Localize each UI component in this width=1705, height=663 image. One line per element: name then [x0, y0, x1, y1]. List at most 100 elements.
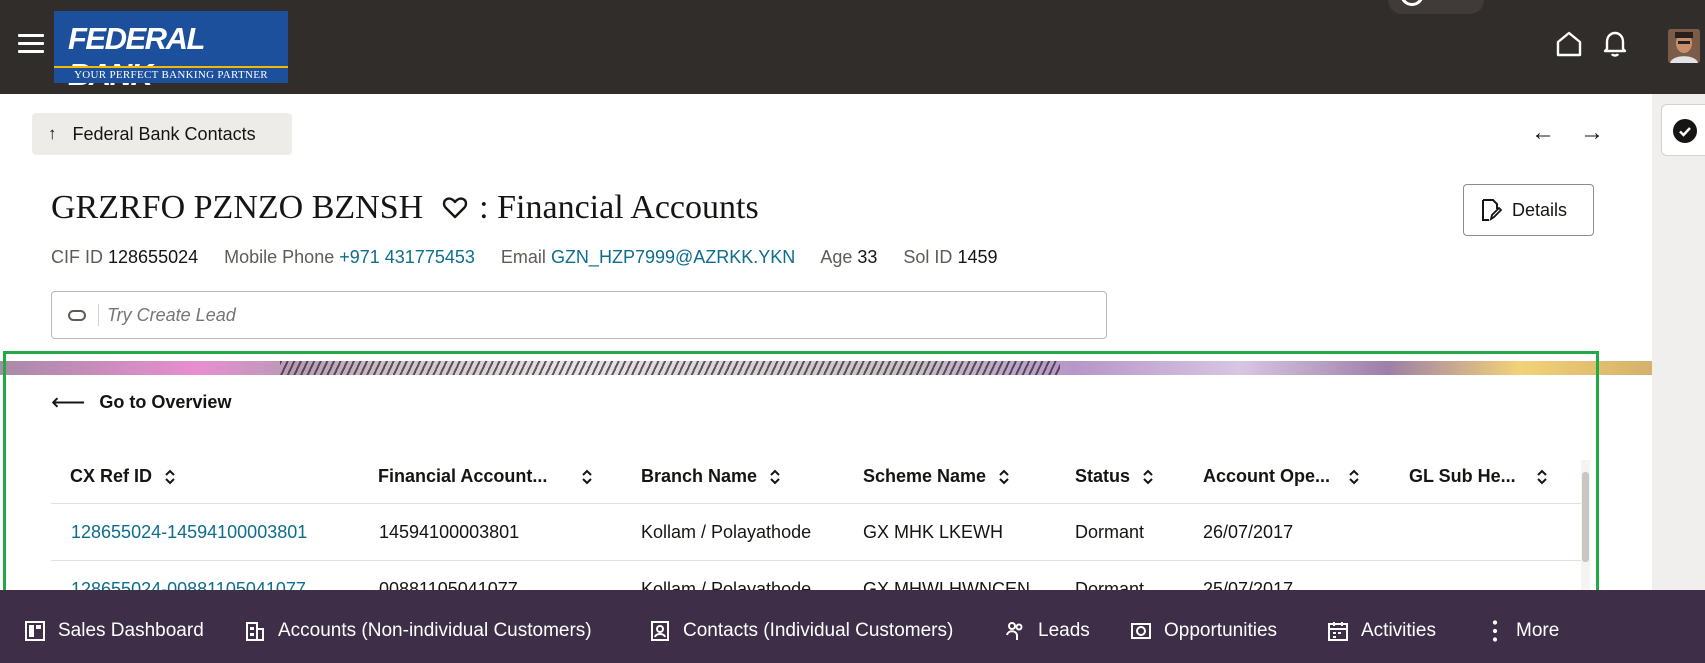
nav-opportunities[interactable]: Opportunities — [1130, 620, 1277, 642]
user-avatar[interactable] — [1668, 29, 1700, 63]
column-header-financial-account[interactable]: Financial Account... — [378, 466, 593, 487]
financial-account-cell: 00881105041077 — [379, 579, 518, 590]
sort-icon — [1143, 469, 1153, 484]
column-label: Scheme Name — [863, 466, 987, 486]
scrollbar-thumb[interactable] — [1582, 472, 1589, 562]
cif-value: 128655024 — [108, 247, 199, 267]
bell-icon[interactable] — [1603, 30, 1627, 58]
cif-label: CIF ID — [51, 247, 103, 267]
section-name: : Financial Accounts — [479, 189, 759, 226]
column-label: GL Sub He... — [1409, 466, 1516, 486]
column-header-gl-sub-head[interactable]: GL Sub He... — [1409, 466, 1548, 487]
checklist-button[interactable] — [1661, 104, 1705, 156]
heart-icon[interactable] — [441, 194, 469, 222]
app-header: FEDERAL BANK YOUR PERFECT BANKING PARTNE… — [0, 0, 1705, 94]
sol-label: Sol ID — [903, 247, 953, 267]
create-lead-input[interactable] — [107, 304, 1007, 326]
scheme-name-cell: GX MHWLHWNCEN — [863, 579, 1030, 590]
dashboard-icon — [25, 621, 45, 641]
nav-label: More — [1516, 620, 1560, 641]
sort-icon — [1536, 469, 1547, 484]
nav-label: Leads — [1038, 620, 1090, 641]
arrow-up-icon: ↑ — [48, 124, 57, 143]
column-label: Branch Name — [641, 466, 758, 486]
nav-sales-dashboard[interactable]: Sales Dashboard — [24, 620, 204, 642]
details-label: Details — [1512, 199, 1568, 220]
status-cell: Dormant — [1075, 579, 1145, 590]
nav-label: Contacts (Individual Customers) — [683, 620, 954, 641]
email-link[interactable]: GZN_HZP7999@AZRKK.YKN — [551, 247, 795, 267]
table-row[interactable]: 128655024-00881105041077 00881105041077 … — [51, 561, 1581, 590]
opportunity-icon — [1131, 623, 1151, 639]
account-open-date-cell: 25/07/2017 — [1203, 579, 1294, 590]
record-name: GRZRFO PZNZO BZNSH — [51, 189, 424, 226]
back-to-contacts-button[interactable]: ↑ Federal Bank Contacts — [32, 113, 292, 155]
financial-account-cell: 14594100003801 — [379, 522, 520, 542]
column-label: Account Ope... — [1203, 466, 1331, 486]
next-record-button[interactable]: → — [1580, 119, 1604, 147]
table-scrollbar[interactable] — [1581, 460, 1590, 590]
age-value: 33 — [857, 247, 878, 267]
bottom-navigation: Sales Dashboard Accounts (Non-individual… — [0, 590, 1705, 663]
nav-more[interactable]: More — [1490, 620, 1559, 642]
divider — [98, 304, 99, 326]
nav-leads[interactable]: Leads — [1004, 620, 1090, 642]
sol-value: 1459 — [957, 247, 998, 267]
oracle-assistant-icon — [68, 309, 86, 321]
calendar-icon — [1328, 622, 1348, 641]
branch-name-cell: Kollam / Polayathode — [641, 522, 812, 542]
nav-label: Sales Dashboard — [58, 620, 204, 641]
column-header-branch-name[interactable]: Branch Name — [641, 466, 781, 487]
email-label: Email — [500, 247, 546, 267]
nav-contacts[interactable]: Contacts (Individual Customers) — [649, 620, 953, 642]
more-vertical-icon — [1492, 620, 1498, 642]
nav-label: Accounts (Non-individual Customers) — [278, 620, 592, 641]
financial-accounts-table: CX Ref ID Financial Account... Branch Na… — [51, 448, 1581, 590]
circle-icon — [1400, 0, 1424, 6]
go-to-overview-link[interactable]: ⟵ Go to Overview — [51, 388, 231, 417]
mobile-label: Mobile Phone — [224, 247, 335, 267]
sort-icon — [770, 469, 780, 484]
account-open-date-cell: 26/07/2017 — [1203, 522, 1294, 542]
mobile-phone-link[interactable]: +971 431775453 — [339, 247, 475, 267]
nav-label: Activities — [1361, 620, 1436, 641]
column-header-cx-ref-id[interactable]: CX Ref ID — [70, 466, 176, 487]
page-title: GRZRFO PZNZO BZNSH : Financial Accounts — [51, 189, 759, 227]
record-summary: CIF ID 128655024 Mobile Phone +971 43177… — [51, 247, 1019, 268]
decorative-banner — [0, 361, 1652, 375]
branch-name-cell: Kollam / Polayathode — [641, 579, 812, 590]
scheme-name-cell: GX MHK LKEWH — [863, 522, 1004, 542]
hamburger-icon[interactable] — [18, 34, 44, 54]
home-icon[interactable] — [1556, 30, 1582, 58]
column-header-status[interactable]: Status — [1075, 466, 1154, 487]
table-header: CX Ref ID Financial Account... Branch Na… — [51, 448, 1581, 504]
nav-label: Opportunities — [1164, 620, 1278, 641]
sort-icon — [1349, 469, 1359, 484]
column-label: Financial Account... — [378, 466, 548, 486]
table-row[interactable]: 128655024-14594100003801 14594100003801 … — [51, 504, 1581, 561]
right-rail — [1652, 94, 1705, 590]
age-label: Age — [820, 247, 853, 267]
sort-icon — [999, 469, 1009, 484]
sort-icon — [582, 469, 593, 484]
federal-bank-logo[interactable]: FEDERAL BANK YOUR PERFECT BANKING PARTNE… — [54, 11, 288, 92]
details-button[interactable]: Details — [1463, 184, 1594, 236]
create-lead-field[interactable] — [51, 291, 1107, 339]
column-header-scheme-name[interactable]: Scheme Name — [863, 466, 1010, 487]
column-header-account-open-date[interactable]: Account Ope... — [1203, 466, 1360, 487]
logo-tagline: YOUR PERFECT BANKING PARTNER — [74, 69, 268, 81]
previous-record-button[interactable]: ← — [1531, 119, 1555, 147]
sort-icon — [165, 469, 175, 484]
financial-accounts-panel: ⟵ Go to Overview CX Ref ID Financial Acc… — [0, 375, 1652, 590]
cx-ref-id-link[interactable]: 128655024-14594100003801 — [71, 522, 307, 543]
floating-toolbar[interactable] — [1388, 0, 1484, 14]
nav-activities[interactable]: Activities — [1327, 620, 1436, 642]
contact-card-icon — [651, 621, 669, 641]
check-circle-icon — [1673, 119, 1697, 143]
column-label: Status — [1075, 466, 1131, 486]
go-to-overview-label: Go to Overview — [99, 392, 232, 412]
cx-ref-id-link[interactable]: 128655024-00881105041077 — [71, 579, 306, 590]
leads-icon — [1006, 622, 1023, 640]
nav-accounts[interactable]: Accounts (Non-individual Customers) — [244, 620, 592, 642]
document-edit-icon — [1482, 199, 1502, 222]
